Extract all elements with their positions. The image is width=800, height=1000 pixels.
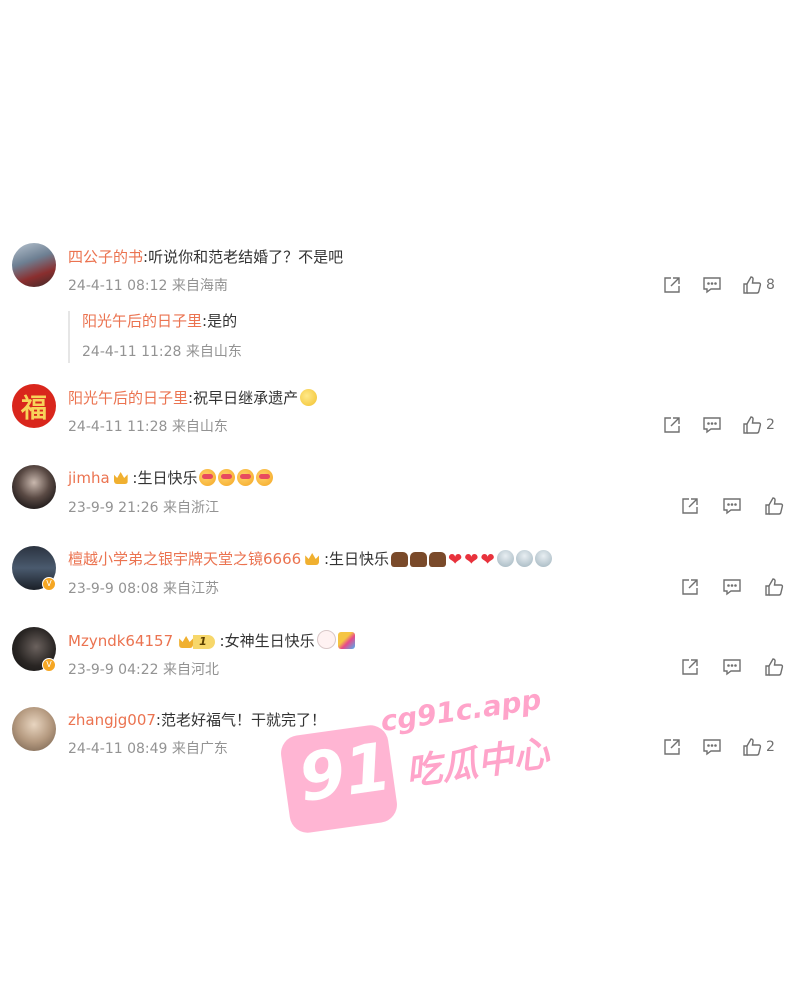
like-button[interactable] bbox=[764, 496, 784, 516]
username[interactable]: 阳光午后的日子里 bbox=[68, 389, 188, 407]
comment-text: :范老好福气！干就完了！ bbox=[155, 711, 326, 729]
comment-meta: 23-9-9 08:08 来自江苏 bbox=[68, 581, 219, 597]
emoji-icon bbox=[391, 552, 409, 567]
username[interactable]: 四公子的书 bbox=[68, 248, 143, 266]
heart-icon: ❤ bbox=[448, 550, 463, 570]
comment-icon[interactable] bbox=[702, 275, 722, 295]
comment-meta: 23-9-9 04:22 来自河北 bbox=[68, 662, 219, 678]
like-button[interactable] bbox=[764, 577, 784, 597]
avatar-char: 福 bbox=[20, 393, 47, 424]
share-icon[interactable] bbox=[662, 415, 682, 435]
emoji-icon bbox=[337, 632, 355, 649]
vip-badge: 1 bbox=[177, 635, 215, 649]
like-count: 2 bbox=[766, 417, 775, 433]
username[interactable]: 檀越小学弟之银宇牌天堂之镜6666 bbox=[68, 550, 301, 568]
like-icon bbox=[743, 416, 762, 434]
avatar[interactable]: 福 bbox=[12, 384, 56, 428]
share-icon[interactable] bbox=[680, 496, 700, 516]
like-icon bbox=[765, 578, 784, 596]
comment-actions: 2 bbox=[662, 413, 775, 437]
comment-text: :女神生日快乐 bbox=[214, 632, 315, 650]
vip-level: 1 bbox=[193, 635, 215, 649]
comment-icon[interactable] bbox=[722, 496, 742, 516]
avatar[interactable] bbox=[12, 707, 56, 751]
comment-meta: 24-4-11 11:28 来自山东 bbox=[68, 419, 228, 435]
comment-actions: 2 bbox=[662, 735, 775, 759]
emoji-icon bbox=[316, 630, 336, 649]
username[interactable]: zhangjg007 bbox=[68, 711, 156, 729]
share-icon[interactable] bbox=[662, 737, 682, 757]
comment-text: :生日快乐 bbox=[127, 469, 198, 487]
avatar[interactable] bbox=[12, 465, 56, 509]
comment-text: :生日快乐 bbox=[319, 550, 390, 568]
crown-icon bbox=[113, 472, 128, 484]
like-button[interactable] bbox=[764, 657, 784, 677]
like-icon bbox=[743, 738, 762, 756]
reply-meta: 24-4-11 11:28 来自山东 bbox=[82, 344, 242, 360]
emoji-icon bbox=[218, 469, 236, 486]
watermark-url: cg91c.app bbox=[378, 682, 544, 739]
watermark-text: 吃瓜中心 bbox=[403, 733, 552, 794]
emoji-icon bbox=[534, 550, 552, 567]
emoji-icon bbox=[410, 552, 428, 567]
comment-meta: 24-4-11 08:12 来自海南 bbox=[68, 278, 228, 294]
emoji-icon bbox=[199, 469, 217, 486]
share-icon[interactable] bbox=[680, 577, 700, 597]
reply-text: :是的 bbox=[202, 312, 238, 330]
emoji-icon bbox=[496, 550, 514, 567]
comment-text: :听说你和范老结婚了？不是吧 bbox=[143, 248, 344, 266]
avatar[interactable] bbox=[12, 243, 56, 287]
username[interactable]: Mzyndk64157 bbox=[68, 632, 173, 650]
like-button[interactable]: 2 bbox=[742, 737, 775, 757]
reply-username[interactable]: 阳光午后的日子里 bbox=[82, 312, 202, 330]
crown-icon bbox=[305, 553, 320, 565]
comment-icon[interactable] bbox=[702, 415, 722, 435]
emoji-icon bbox=[515, 550, 533, 567]
share-icon[interactable] bbox=[662, 275, 682, 295]
watermark-bubble bbox=[278, 722, 400, 836]
reply-item: 阳光午后的日子里:是的 24-4-11 11:28 来自山东 bbox=[68, 311, 242, 363]
heart-icon: ❤ bbox=[480, 550, 495, 570]
share-icon[interactable] bbox=[680, 657, 700, 677]
heart-icon: ❤ bbox=[464, 550, 479, 570]
like-icon bbox=[765, 497, 784, 515]
comment-meta: 24-4-11 08:49 来自广东 bbox=[68, 741, 228, 757]
like-icon bbox=[765, 658, 784, 676]
like-icon bbox=[743, 276, 762, 294]
watermark-number: 91 bbox=[294, 727, 396, 818]
username[interactable]: jimha bbox=[68, 469, 110, 487]
comment-actions bbox=[680, 655, 784, 679]
crown-icon bbox=[179, 636, 194, 648]
emoji-icon bbox=[237, 469, 255, 486]
emoji-icon bbox=[300, 389, 318, 406]
like-button[interactable]: 2 bbox=[742, 415, 775, 435]
comment-actions: 8 bbox=[662, 273, 775, 297]
comment-meta: 23-9-9 21:26 来自浙江 bbox=[68, 500, 219, 516]
emoji-icon bbox=[429, 552, 447, 567]
verified-icon: V bbox=[42, 577, 56, 591]
like-count: 8 bbox=[766, 277, 775, 293]
comment-icon[interactable] bbox=[722, 577, 742, 597]
emoji-icon bbox=[256, 469, 274, 486]
comment-actions bbox=[680, 494, 784, 518]
like-count: 2 bbox=[766, 739, 775, 755]
like-button[interactable]: 8 bbox=[742, 275, 775, 295]
comment-text: :祝早日继承遗产 bbox=[188, 389, 299, 407]
comment-icon[interactable] bbox=[722, 657, 742, 677]
verified-icon: V bbox=[42, 658, 56, 672]
comment-actions bbox=[680, 575, 784, 599]
comment-icon[interactable] bbox=[702, 737, 722, 757]
